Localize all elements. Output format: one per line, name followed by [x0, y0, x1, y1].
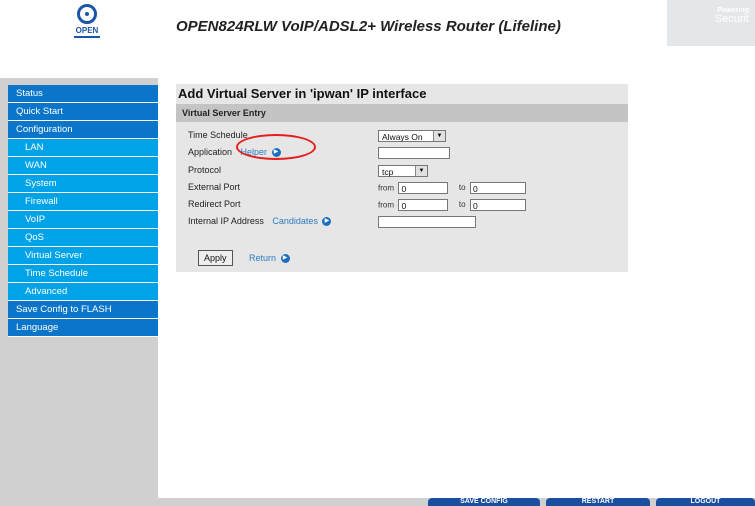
logo-mark-icon — [77, 4, 97, 24]
open-logo: OPEN — [62, 4, 112, 56]
to-label: to — [458, 183, 466, 193]
to-label: to — [458, 200, 466, 210]
form-title: Add Virtual Server in 'ipwan' IP interfa… — [178, 86, 427, 101]
redirect-port-from-input[interactable]: 0 — [398, 198, 449, 211]
sidebar-item-voip[interactable]: VoIP — [8, 211, 158, 229]
external-port-to-input[interactable]: 0 — [470, 181, 527, 194]
chevron-down-icon: ▼ — [433, 130, 445, 141]
external-port-from-input[interactable]: 0 — [398, 181, 449, 194]
logo-underline — [74, 36, 100, 38]
redirect-port-label: Redirect Port — [188, 199, 241, 209]
redirect-port-row: Redirect Port from 0 to 0 — [182, 196, 628, 212]
sidebar-item-save-config-to-flash[interactable]: Save Config to FLASH — [8, 301, 158, 319]
restart-button[interactable]: RESTART — [546, 498, 650, 506]
from-label: from — [378, 183, 394, 193]
protocol-select[interactable]: tcp ▼ — [378, 164, 428, 177]
sidebar-nav: Status Quick Start Configuration LAN WAN Syst… — [8, 85, 158, 337]
protocol-row: Protocol tcp ▼ — [182, 162, 628, 178]
sidebar-item-wan[interactable]: WAN — [8, 157, 158, 175]
sidebar-item-status[interactable]: Status — [8, 85, 158, 103]
powering-banner: Powering Securit — [667, 0, 755, 46]
powering-text: Powering Securit — [714, 7, 749, 25]
return-link[interactable]: Return ▶ — [249, 251, 290, 265]
external-port-label: External Port — [188, 182, 241, 192]
sidebar-item-configuration[interactable]: Configuration — [8, 121, 158, 139]
chevron-down-icon: ▼ — [415, 165, 427, 176]
time-schedule-select[interactable]: Always On ▼ — [378, 129, 446, 142]
sidebar-item-quick-start[interactable]: Quick Start — [8, 103, 158, 121]
from-label: from — [378, 200, 394, 210]
application-label: Application — [188, 147, 233, 157]
internal-ip-label: Internal IP Address — [188, 216, 264, 226]
internal-ip-row: Internal IP Address Candidates ▶ — [182, 213, 628, 229]
internal-ip-input[interactable] — [378, 215, 476, 228]
header: OPEN OPEN824RLW VoIP/ADSL2+ Wireless Rou… — [0, 0, 755, 78]
arrow-circle-icon: ▶ — [322, 217, 332, 227]
sidebar-item-firewall[interactable]: Firewall — [8, 193, 158, 211]
sidebar-item-system[interactable]: System — [8, 175, 158, 193]
application-input[interactable] — [378, 146, 450, 159]
save-config-button[interactable]: SAVE CONFIG — [428, 498, 540, 506]
sidebar-item-lan[interactable]: LAN — [8, 139, 158, 157]
redirect-port-to-input[interactable]: 0 — [470, 198, 527, 211]
logout-button[interactable]: LOGOUT — [656, 498, 755, 506]
sidebar-item-advanced[interactable]: Advanced — [8, 283, 158, 301]
logo-text: OPEN — [75, 26, 99, 35]
sidebar-item-language[interactable]: Language — [8, 319, 158, 337]
external-port-row: External Port from 0 to 0 — [182, 179, 628, 195]
page-title: OPEN824RLW VoIP/ADSL2+ Wireless Router (… — [176, 18, 561, 35]
sidebar-item-qos[interactable]: QoS — [8, 229, 158, 247]
candidates-link[interactable]: Candidates ▶ — [272, 216, 332, 227]
sidebar-item-virtual-server[interactable]: Virtual Server — [8, 247, 158, 265]
protocol-label: Protocol — [188, 165, 222, 175]
section-header: Virtual Server Entry — [176, 104, 628, 122]
arrow-circle-icon: ▶ — [280, 254, 290, 264]
apply-button[interactable]: Apply — [198, 250, 233, 266]
sidebar-item-time-schedule[interactable]: Time Schedule — [8, 265, 158, 283]
virtual-server-form: Add Virtual Server in 'ipwan' IP interfa… — [176, 84, 628, 272]
highlight-annotation — [236, 134, 316, 160]
